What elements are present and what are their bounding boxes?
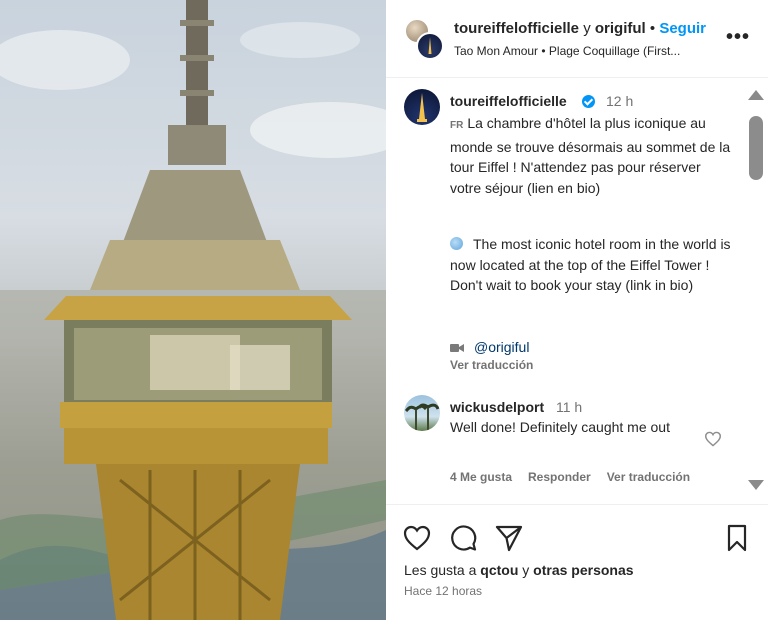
bookmark-icon[interactable] [722, 523, 752, 553]
paper-plane-icon[interactable] [494, 523, 524, 553]
comment-likes-count[interactable]: 4 Me gusta [450, 470, 512, 484]
globe-icon [450, 237, 463, 250]
heart-icon[interactable] [402, 523, 432, 553]
eiffel-tower-icon [417, 93, 427, 122]
caption-username[interactable]: toureiffelofficielle [450, 93, 567, 109]
likes-prefix: Les gusta a [404, 562, 477, 578]
avatar[interactable] [404, 395, 440, 431]
likes-user[interactable]: qctou [480, 562, 518, 578]
caption-english: The most iconic hotel room in the world … [450, 234, 732, 296]
collab-joiner: y [583, 20, 591, 37]
verified-badge-icon [582, 95, 595, 108]
see-translation-link[interactable]: Ver traducción [607, 470, 690, 484]
comments-area[interactable]: toureiffelofficielle 12 h FR La chambre d… [386, 79, 744, 504]
avatar[interactable] [404, 89, 440, 125]
comment-like-heart-icon[interactable] [704, 431, 722, 447]
eiffel-tower-icon [428, 37, 432, 54]
more-options-icon[interactable]: ••• [726, 26, 750, 49]
eiffel-tower-image [0, 0, 386, 620]
comment-time[interactable]: 11 h [556, 399, 582, 415]
collab-username[interactable]: origiful [595, 20, 646, 37]
author-username[interactable]: toureiffelofficielle [454, 20, 579, 37]
post-footer: Les gusta a qctou y otras personas Hace … [386, 504, 768, 620]
scroll-down-arrow-icon[interactable] [748, 480, 764, 490]
likes-others[interactable]: otras personas [533, 562, 633, 578]
comment-icon[interactable] [448, 523, 478, 553]
language-tag: FR [450, 120, 464, 131]
post-side-panel: toureiffelofficielle y origiful • Seguir… [386, 0, 768, 620]
video-camera-icon [450, 338, 464, 352]
mention-link[interactable]: @origiful [474, 339, 529, 355]
caption-french: FR La chambre d'hôtel la plus iconique au… [450, 113, 732, 198]
caption-credit: @origiful [450, 337, 732, 358]
separator-dot: • [649, 20, 656, 37]
caption-english-text: The most iconic hotel room in the world … [450, 236, 731, 293]
reply-button[interactable]: Responder [528, 470, 591, 484]
post-media[interactable] [0, 0, 386, 620]
comment-actions: 4 Me gusta Responder Ver traducción [450, 470, 706, 484]
post-timestamp[interactable]: Hace 12 horas [404, 584, 482, 598]
comment-username[interactable]: wickusdelport [450, 399, 544, 415]
post-header: toureiffelofficielle y origiful • Seguir… [386, 0, 768, 78]
audio-track-link[interactable]: Tao Mon Amour • Plage Coquillage (First.… [454, 44, 724, 58]
see-translation-link[interactable]: Ver traducción [450, 358, 533, 372]
likes-joiner: y [522, 562, 530, 578]
follow-button[interactable]: Seguir [659, 20, 706, 37]
likes-summary[interactable]: Les gusta a qctou y otras personas [404, 562, 634, 578]
post-author-line: toureiffelofficielle y origiful • Seguir [454, 20, 706, 37]
comment-text: Well done! Definitely caught me out [450, 419, 670, 435]
scrollbar-thumb[interactable] [749, 116, 763, 180]
avatar[interactable] [416, 32, 444, 60]
scroll-up-arrow-icon[interactable] [748, 90, 764, 100]
caption-french-text: La chambre d'hôtel la plus iconique au m… [450, 115, 731, 196]
palm-tree-icon [404, 403, 440, 431]
collab-avatars[interactable] [404, 18, 444, 60]
caption-time[interactable]: 12 h [606, 93, 633, 109]
